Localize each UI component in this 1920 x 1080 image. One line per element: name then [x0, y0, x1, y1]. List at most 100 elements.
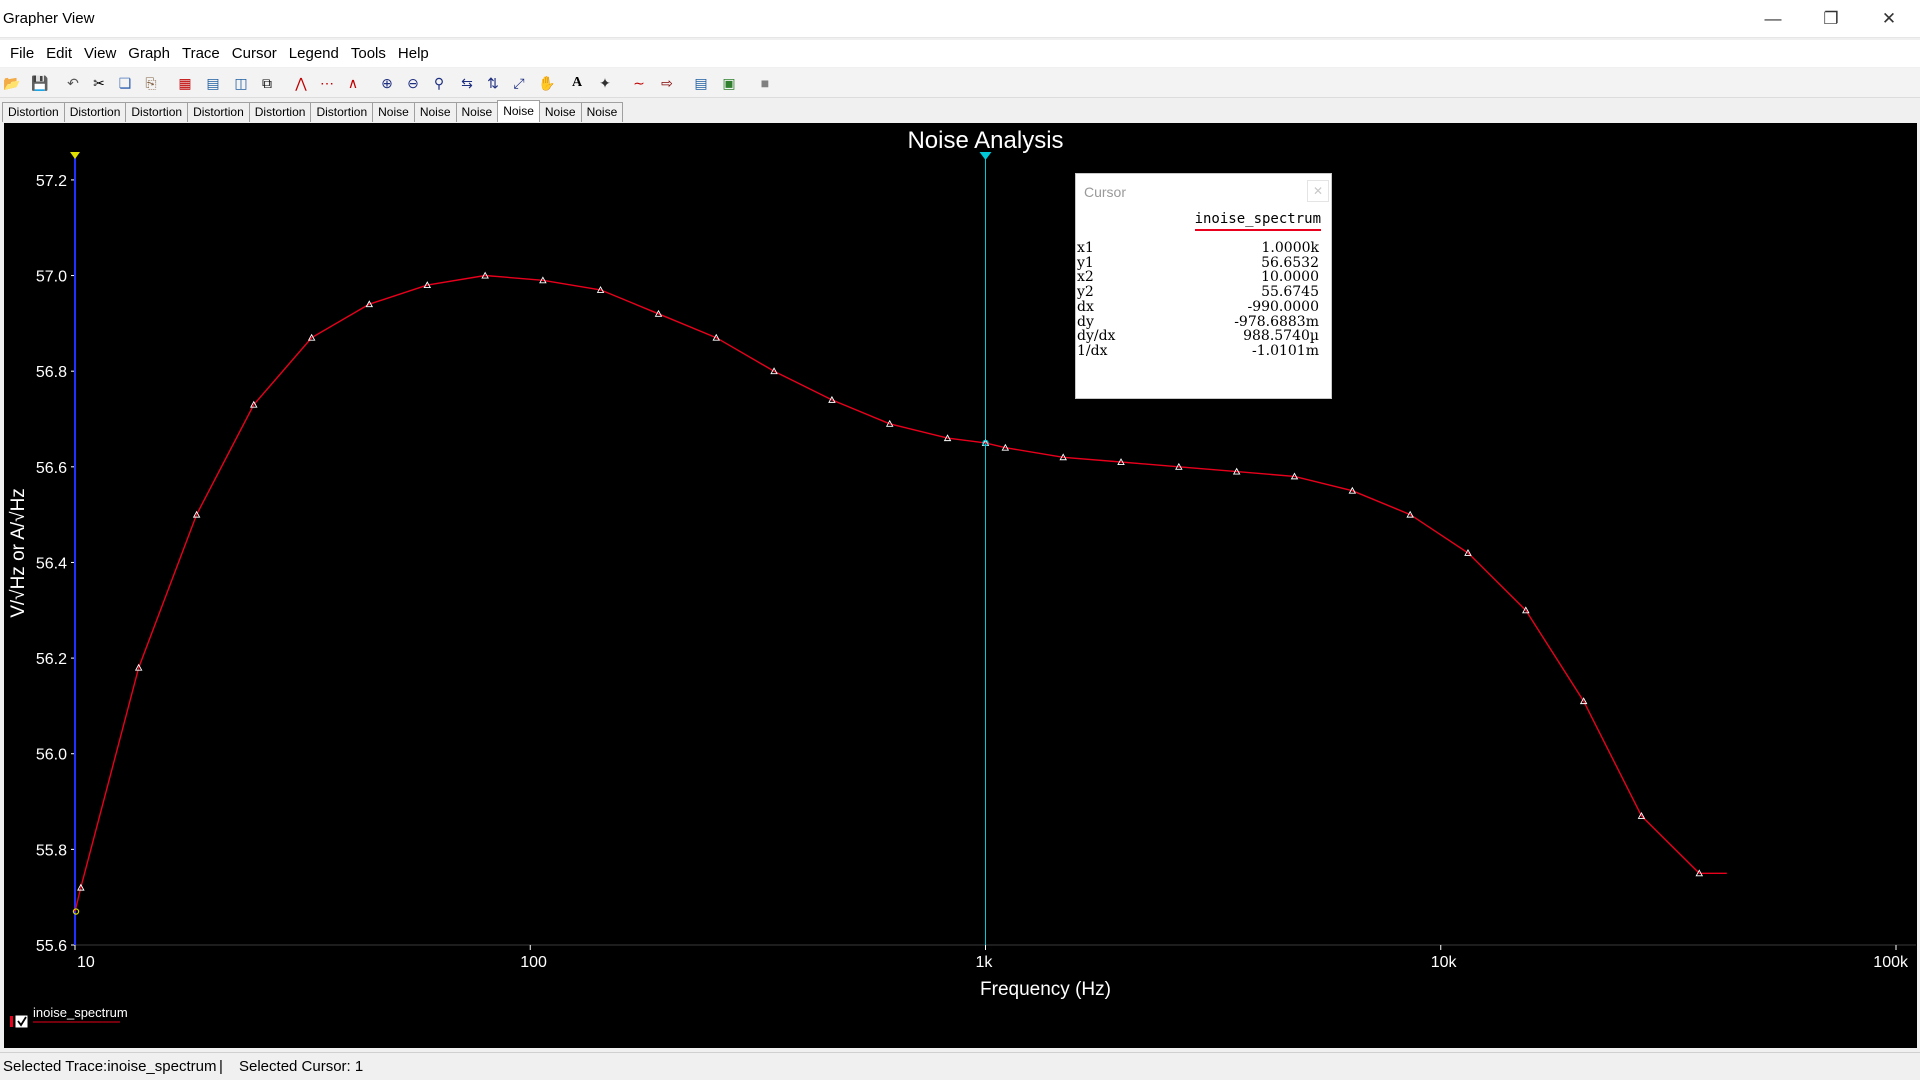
tab-distortion-2[interactable]: Distortion [63, 102, 127, 122]
x-tick-label: 10 [77, 954, 95, 971]
line-dot-trace-button[interactable]: ∧ [342, 72, 364, 94]
zoom-x-icon: ⇆ [461, 75, 473, 91]
cursor-panel-close-button[interactable]: ✕ [1307, 180, 1329, 202]
menu-graph[interactable]: Graph [122, 45, 176, 62]
pan-button[interactable]: ✋ [536, 72, 558, 94]
cursor-panel[interactable]: Cursor ✕ inoise_spectrum x1 1.0000k y1 56.6… [1075, 173, 1332, 399]
x-axis-label: Frequency (Hz) [980, 979, 1111, 1000]
x-tick-label: 10k [1431, 954, 1458, 971]
y-tick-label: 56.8 [36, 364, 67, 381]
zoom-y-button[interactable]: ⇅ [482, 72, 504, 94]
legend-button[interactable]: ▤ [202, 72, 224, 94]
text-button[interactable]: A [566, 72, 588, 94]
grid-button[interactable]: ▦ [174, 72, 196, 94]
menu-bar: File Edit View Graph Trace Cursor Legend Tools H… [0, 40, 1920, 67]
tab-distortion-5[interactable]: Distortion [248, 102, 312, 122]
zoom-x-button[interactable]: ⇆ [456, 72, 478, 94]
minimize-button[interactable]: — [1744, 0, 1802, 38]
text-icon: A [571, 75, 583, 90]
tab-noise-12[interactable]: Noise [580, 102, 624, 122]
undo-button[interactable]: ↶ [62, 72, 84, 94]
menu-file[interactable]: File [4, 45, 40, 62]
tab-noise-8[interactable]: Noise [413, 102, 457, 122]
noise-analysis-chart[interactable]: Noise Analysis 55.6 55.8 56.0 56.2 56.4 56.6 56… [4, 123, 1917, 1048]
tab-distortion-6[interactable]: Distortion [310, 102, 374, 122]
tab-noise-7[interactable]: Noise [372, 102, 415, 122]
tab-noise-11[interactable]: Noise [538, 102, 582, 122]
properties-icon: ▣ [722, 75, 736, 91]
cut-button[interactable]: ✂ [88, 72, 110, 94]
legend-icon: ▤ [206, 75, 220, 91]
y-tick-label: 57.0 [36, 269, 67, 286]
grid-icon: ▦ [178, 75, 192, 91]
minimize-icon: — [1764, 9, 1782, 28]
cursor-row-value: 1.0000k [1261, 240, 1319, 256]
cursor-row-key: dy [1077, 313, 1094, 330]
restore-icon: ❐ [1823, 9, 1839, 28]
merge-traces-button[interactable]: ∼ [628, 72, 650, 94]
paste-icon: ⎘ [145, 75, 157, 91]
cursor-row-value: -978.6883m [1234, 313, 1319, 330]
menu-view[interactable]: View [78, 45, 122, 62]
cut-icon: ✂ [93, 75, 105, 91]
cursor-row-value: 56.6532 [1261, 254, 1319, 271]
zoom-xy-button[interactable]: ⤢ [508, 72, 530, 94]
tab-distortion-4[interactable]: Distortion [187, 102, 250, 122]
tab-distortion-1[interactable]: Distortion [2, 102, 65, 122]
stop-button[interactable]: ■ [754, 72, 776, 94]
copy-graph-icon: ▤ [694, 75, 708, 91]
close-button[interactable]: ✕ [1860, 0, 1918, 38]
menu-cursor[interactable]: Cursor [226, 45, 283, 62]
restore-button[interactable]: ❐ [1802, 0, 1860, 38]
stop-icon: ■ [760, 75, 770, 91]
label-icon: ✦ [599, 75, 611, 91]
zoom-in-button[interactable]: ⊕ [376, 72, 398, 94]
cursor-row-key: x2 [1077, 269, 1094, 286]
label-button[interactable]: ✦ [594, 72, 616, 94]
copy-button[interactable]: ❏ [114, 72, 136, 94]
tab-noise-10[interactable]: Noise [497, 100, 540, 122]
y-axis-label: V/√Hz or A/√Hz [8, 488, 29, 618]
menu-help[interactable]: Help [392, 45, 435, 62]
line-trace-button[interactable]: ⋀ [290, 72, 312, 94]
line-trace-icon: ⋀ [295, 75, 307, 91]
line-dot-trace-icon: ∧ [347, 75, 359, 91]
cursor-row-key: dx [1077, 298, 1094, 315]
cursor-panel-title: Cursor [1084, 184, 1127, 200]
x-tick-label: 100k [1873, 954, 1909, 971]
cursor-button[interactable]: ◫ [230, 72, 252, 94]
zoom-out-button[interactable]: ⊖ [402, 72, 424, 94]
menu-edit[interactable]: Edit [40, 45, 78, 62]
tab-distortion-3[interactable]: Distortion [125, 102, 189, 122]
zoom-full-button[interactable]: ⚲ [428, 72, 450, 94]
cursor-panel-trace-name: inoise_spectrum [1194, 211, 1321, 231]
open-button[interactable]: 📂 [1, 72, 23, 94]
save-button[interactable]: 💾 [29, 72, 51, 94]
dot-trace-button[interactable]: ⋯ [316, 72, 338, 94]
title-bar: Grapher View — ❐ ✕ [0, 0, 1920, 38]
export-button[interactable]: ⇨ [656, 72, 678, 94]
zoom-full-icon: ⚲ [433, 75, 445, 91]
menu-trace[interactable]: Trace [176, 45, 226, 62]
menu-tools[interactable]: Tools [345, 45, 392, 62]
legend-label[interactable]: inoise_spectrum [33, 1005, 128, 1020]
zoom-y-icon: ⇅ [487, 75, 499, 91]
zoom-xy-icon: ⤢ [513, 75, 525, 91]
x-tick-label: 1k [976, 954, 994, 971]
dot-trace-icon: ⋯ [320, 75, 334, 91]
plot-area[interactable]: Noise Analysis 55.6 55.8 56.0 56.2 56.4 56.6 56… [4, 123, 1917, 1048]
properties-button[interactable]: ▣ [718, 72, 740, 94]
pan-icon: ✋ [538, 75, 556, 91]
cursor-row-key: y1 [1077, 254, 1094, 271]
export-icon: ⇨ [661, 75, 673, 91]
selected-cursor-status: Selected Cursor: 1 [239, 1058, 364, 1075]
selected-trace-status: Selected Trace:inoise_spectrum [3, 1058, 217, 1075]
tab-noise-9[interactable]: Noise [455, 102, 499, 122]
grapher-window: Grapher View — ❐ ✕ File Edit View Graph Trac… [0, 0, 1920, 1080]
cursor-row-value: 10.0000 [1261, 269, 1319, 286]
overlay-button[interactable]: ⧉ [256, 72, 278, 94]
copy-graph-button[interactable]: ▤ [690, 72, 712, 94]
paste-button[interactable]: ⎘ [140, 72, 162, 94]
cursor-2-marker [70, 152, 80, 159]
menu-legend[interactable]: Legend [283, 45, 345, 62]
